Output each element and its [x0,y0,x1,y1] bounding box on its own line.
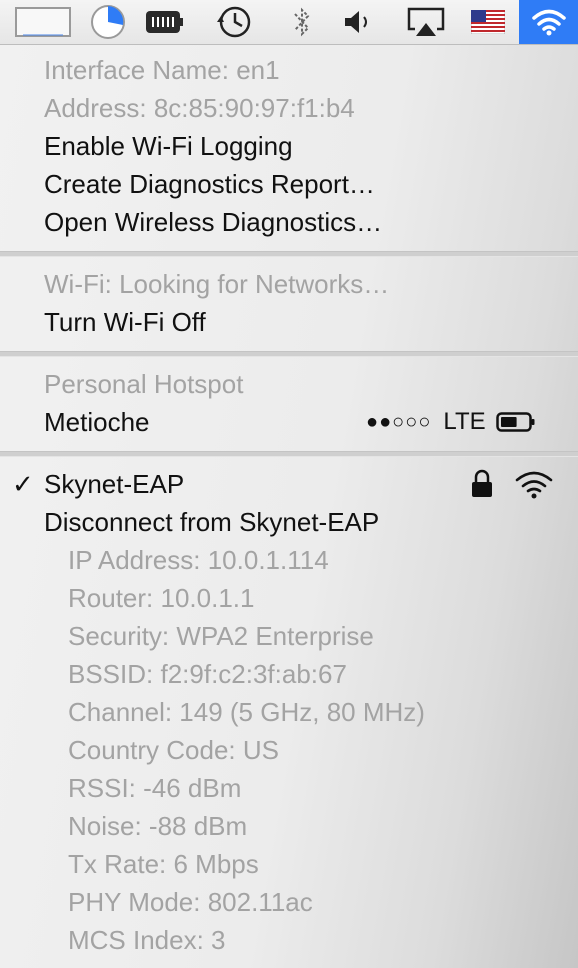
detail-phy-mode: PHY Mode: 802.11ac [0,883,578,921]
detail-rssi: RSSI: -46 dBm [0,769,578,807]
battery-icon[interactable] [142,0,186,44]
disconnect-item[interactable]: Disconnect from Skynet-EAP [0,503,578,541]
detail-security: Security: WPA2 Enterprise [0,617,578,655]
window-icon[interactable] [10,0,76,44]
menu-separator [0,451,578,457]
enable-wifi-logging-item[interactable]: Enable Wi-Fi Logging [0,127,578,165]
interface-name-item: Interface Name: en1 [0,51,578,89]
hotspot-metioche-item[interactable]: Metioche ●●○○○ LTE [0,403,578,441]
detail-bssid: BSSID: f2:9f:c2:3f:ab:67 [0,655,578,693]
detail-label: BSSID: f2:9f:c2:3f:ab:67 [68,659,347,689]
menu-bar [0,0,578,45]
wifi-dropdown-menu: Interface Name: en1 Address: 8c:85:90:97… [0,45,578,968]
detail-label: Noise: -88 dBm [68,811,248,841]
volume-icon[interactable] [336,0,380,44]
personal-hotspot-header: Personal Hotspot [0,365,578,403]
detail-label: RSSI: -46 dBm [68,773,242,803]
clock-icon[interactable] [212,0,256,44]
detail-country-code: Country Code: US [0,731,578,769]
detail-tx-rate: Tx Rate: 6 Mbps [0,845,578,883]
open-wireless-diagnostics-item[interactable]: Open Wireless Diagnostics… [0,203,578,241]
airplay-icon[interactable] [402,0,450,44]
create-diagnostics-report-item[interactable]: Create Diagnostics Report… [0,165,578,203]
open-wireless-diagnostics-label: Open Wireless Diagnostics… [44,207,383,237]
detail-label: PHY Mode: 802.11ac [68,887,313,917]
detail-label: Router: 10.0.1.1 [68,583,255,613]
enable-wifi-logging-label: Enable Wi-Fi Logging [44,131,293,161]
detail-ip-address: IP Address: 10.0.1.114 [0,541,578,579]
hotspot-battery-icon [495,412,535,432]
create-diagnostics-report-label: Create Diagnostics Report… [44,169,375,199]
bluetooth-icon[interactable] [282,0,322,44]
personal-hotspot-label: Personal Hotspot [44,369,244,399]
hotspot-status: ●●○○○ LTE [366,403,536,441]
detail-label: Tx Rate: 6 Mbps [68,849,259,879]
detail-noise: Noise: -88 dBm [0,807,578,845]
address-label: Address: 8c:85:90:97:f1:b4 [44,93,355,123]
network-name-label: Skynet-EAP [44,469,185,499]
disconnect-label: Disconnect from Skynet-EAP [44,507,380,537]
hotspot-name-label: Metioche [44,407,150,437]
wifi-status-item: Wi-Fi: Looking for Networks… [0,265,578,303]
wifi-status-label: Wi-Fi: Looking for Networks… [44,269,390,299]
detail-label: Security: WPA2 Enterprise [68,621,374,651]
detail-router: Router: 10.0.1.1 [0,579,578,617]
interface-name-label: Interface Name: en1 [44,55,280,85]
detail-label: IP Address: 10.0.1.114 [68,545,329,575]
turn-wifi-off-item[interactable]: Turn Wi-Fi Off [0,303,578,341]
network-type-label: LTE [443,408,486,435]
lock-icon [472,469,492,497]
address-item: Address: 8c:85:90:97:f1:b4 [0,89,578,127]
wifi-menu-icon[interactable] [519,0,578,44]
network-status-icons [470,465,554,503]
turn-wifi-off-label: Turn Wi-Fi Off [44,307,206,337]
detail-label: MCS Index: 3 [68,925,226,955]
detail-label: Country Code: US [68,735,279,765]
time-machine-progress-icon[interactable] [86,0,130,44]
us-flag-icon[interactable] [468,0,508,44]
network-skynet-eap-item[interactable]: ✓ Skynet-EAP [0,465,578,503]
connected-checkmark-icon: ✓ [12,469,34,499]
wifi-signal-icon [515,471,553,499]
detail-channel: Channel: 149 (5 GHz, 80 MHz) [0,693,578,731]
cellular-signal-icon: ●●○○○ [366,411,432,433]
detail-label: Channel: 149 (5 GHz, 80 MHz) [68,697,425,727]
menu-separator [0,251,578,257]
menu-separator [0,351,578,357]
detail-mcs-index: MCS Index: 3 [0,921,578,959]
